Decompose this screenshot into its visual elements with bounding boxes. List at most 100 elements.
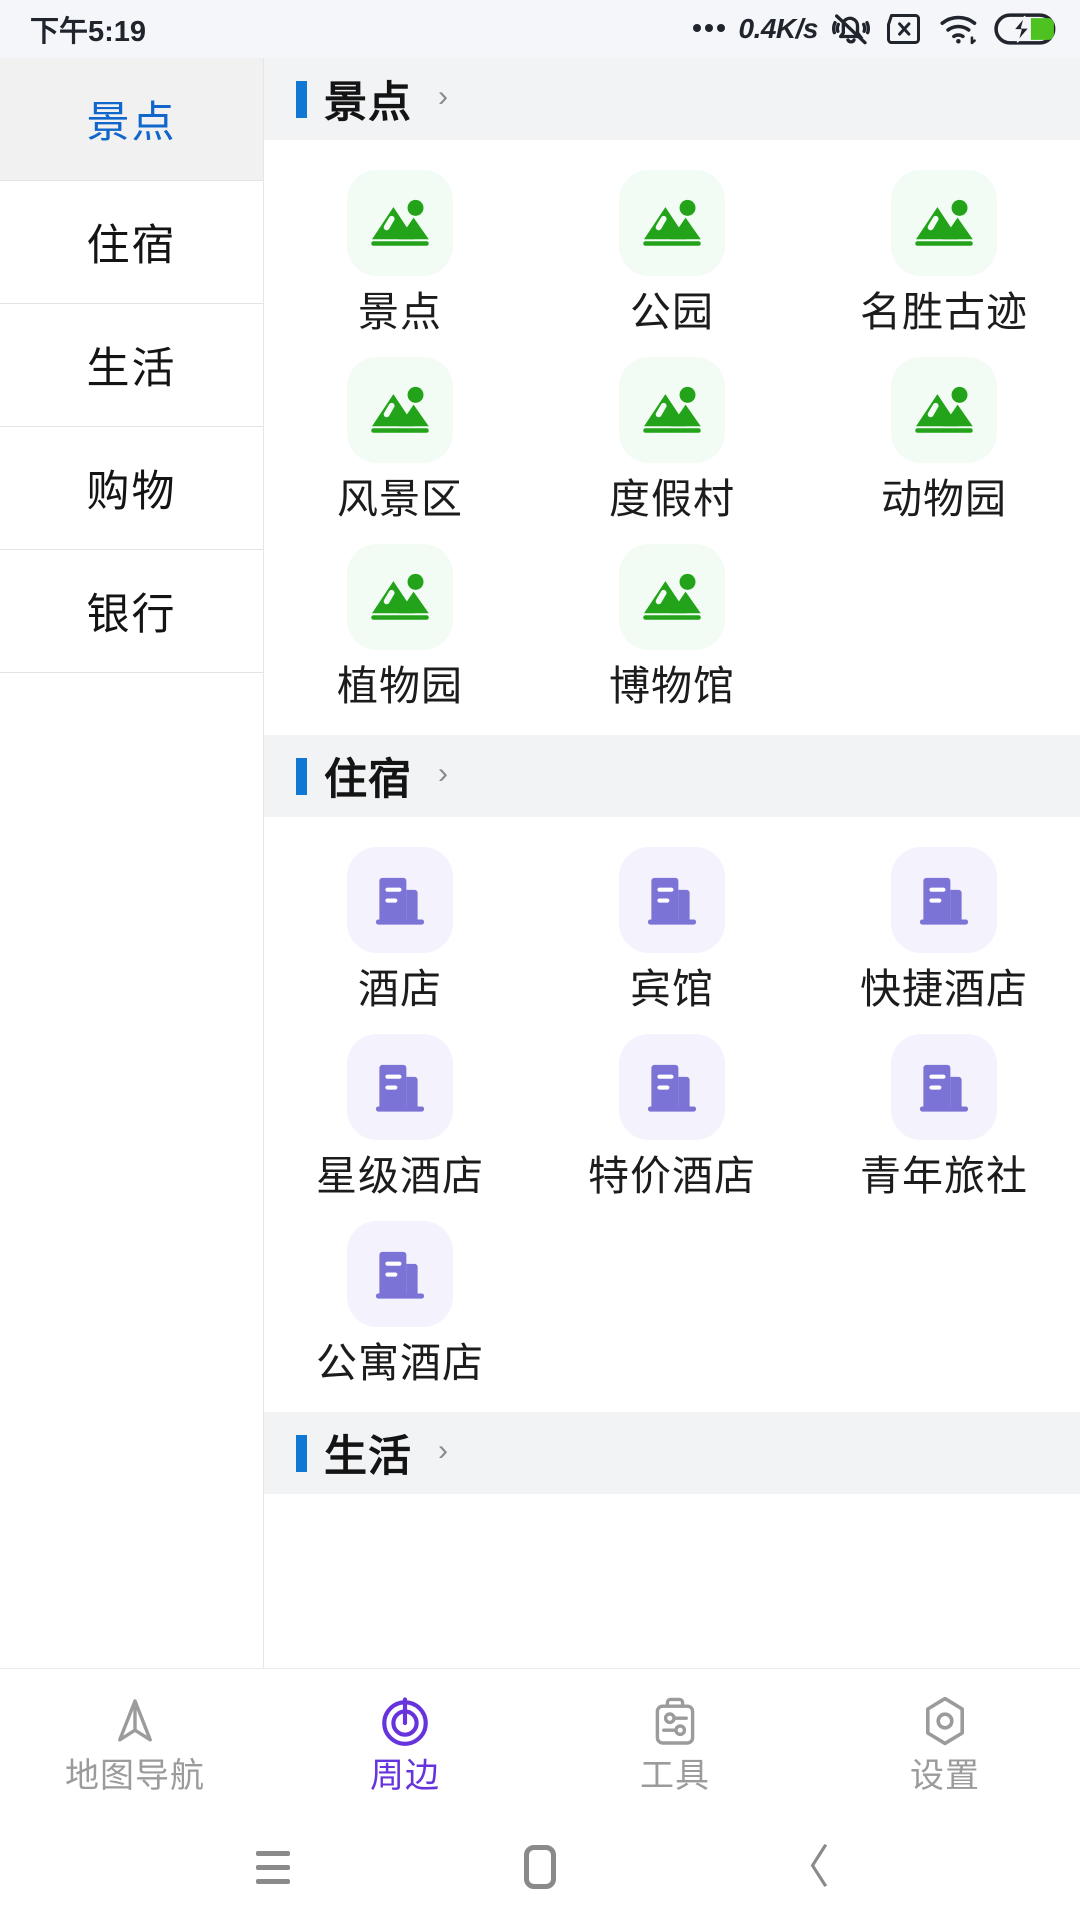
grid-item[interactable]: 风景区 <box>264 347 536 534</box>
mountain-icon <box>619 357 725 463</box>
category-sidebar[interactable]: 景点 住宿 生活 购物 银行 <box>0 58 264 1668</box>
section-header-scenic[interactable]: 景点 › <box>264 58 1080 140</box>
chevron-right-icon[interactable]: › <box>438 82 448 112</box>
hotel-building-icon <box>891 1034 997 1140</box>
app-screen: 下午5:19 0.4K/s <box>0 0 1080 1920</box>
battery-charging-icon <box>994 12 1056 46</box>
grid-item[interactable]: 名胜古迹 <box>808 160 1080 347</box>
tab-settings[interactable]: 设置 <box>810 1669 1080 1814</box>
section-header-life[interactable]: 生活 › <box>264 1412 1080 1494</box>
mountain-icon <box>619 170 725 276</box>
bell-muted-icon <box>831 9 871 49</box>
grid-item[interactable]: 星级酒店 <box>264 1024 536 1211</box>
chevron-left-icon: 〈 <box>784 1844 830 1890</box>
tab-label: 工具 <box>640 1759 710 1793</box>
mountain-icon <box>891 170 997 276</box>
grid-item[interactable]: 快捷酒店 <box>808 837 1080 1024</box>
category-detail-list[interactable]: 景点 › 景点 <box>264 58 1080 1668</box>
sidebar-item-shopping[interactable]: 购物 <box>0 427 263 550</box>
hotel-building-icon <box>347 847 453 953</box>
grid-item-label: 快捷酒店 <box>860 969 1028 1010</box>
sidebar-item-life[interactable]: 生活 <box>0 304 263 427</box>
system-navigation-bar: 〈 <box>0 1814 1080 1920</box>
recent-apps-button[interactable] <box>218 1832 328 1902</box>
section-title: 住宿 <box>324 745 412 807</box>
sidebar-item-scenic[interactable]: 景点 <box>0 58 263 181</box>
grid-item-label: 青年旅社 <box>860 1156 1028 1197</box>
section-title: 生活 <box>324 1422 412 1484</box>
section-accent-bar <box>296 1435 307 1472</box>
mountain-icon <box>891 357 997 463</box>
sidebar-item-label: 景点 <box>87 88 177 150</box>
section-grid-scenic: 景点 公园 <box>264 140 1080 735</box>
toolbox-icon <box>648 1691 702 1751</box>
grid-item-label: 特价酒店 <box>588 1156 756 1197</box>
status-icons: 0.4K/s <box>693 9 1057 49</box>
sidebar-item-label: 住宿 <box>87 211 177 273</box>
wifi-icon <box>939 12 981 46</box>
home-square-icon <box>524 1845 556 1889</box>
hotel-building-icon <box>891 847 997 953</box>
grid-item-label: 植物园 <box>337 666 463 707</box>
grid-item-label: 风景区 <box>337 479 463 520</box>
grid-item[interactable]: 酒店 <box>264 837 536 1024</box>
grid-item-label: 星级酒店 <box>316 1156 484 1197</box>
tab-map-navigation[interactable]: 地图导航 <box>0 1669 270 1814</box>
hotel-building-icon <box>347 1034 453 1140</box>
sim-card-off-icon <box>884 12 926 46</box>
status-time: 下午5:19 <box>30 8 146 50</box>
section-accent-bar <box>296 81 307 118</box>
home-button[interactable] <box>485 1832 595 1902</box>
grid-item[interactable]: 植物园 <box>264 534 536 721</box>
mountain-icon <box>619 544 725 650</box>
sidebar-item-label: 生活 <box>87 334 177 396</box>
mountain-icon <box>347 357 453 463</box>
tab-tools[interactable]: 工具 <box>540 1669 810 1814</box>
radar-target-icon <box>376 1691 434 1751</box>
grid-item-label: 公园 <box>630 292 714 333</box>
grid-item-label: 博物馆 <box>609 666 735 707</box>
mountain-icon <box>347 170 453 276</box>
grid-item[interactable]: 宾馆 <box>536 837 808 1024</box>
tab-label: 设置 <box>910 1759 980 1793</box>
grid-item-label: 公寓酒店 <box>316 1343 484 1384</box>
grid-item[interactable]: 公寓酒店 <box>264 1211 536 1398</box>
grid-item-label: 度假村 <box>609 479 735 520</box>
sidebar-item-bank[interactable]: 银行 <box>0 550 263 673</box>
chevron-right-icon[interactable]: › <box>438 1436 448 1466</box>
hotel-building-icon <box>619 847 725 953</box>
section-accent-bar <box>296 758 307 795</box>
status-bar: 下午5:19 0.4K/s <box>0 0 1080 58</box>
grid-item[interactable]: 度假村 <box>536 347 808 534</box>
sidebar-item-label: 购物 <box>87 457 177 519</box>
settings-hexagon-icon <box>917 1691 973 1751</box>
bottom-tab-bar: 地图导航 周边 <box>0 1668 1080 1814</box>
grid-item-label: 名胜古迹 <box>860 292 1028 333</box>
menu-lines-icon <box>256 1851 290 1884</box>
tab-label: 周边 <box>370 1759 440 1793</box>
section-header-accommodation[interactable]: 住宿 › <box>264 735 1080 817</box>
back-button[interactable]: 〈 <box>752 1832 862 1902</box>
grid-item[interactable]: 景点 <box>264 160 536 347</box>
section-grid-accommodation: 酒店 宾馆 <box>264 817 1080 1412</box>
hotel-building-icon <box>619 1034 725 1140</box>
grid-item-label: 景点 <box>358 292 442 333</box>
grid-item[interactable]: 青年旅社 <box>808 1024 1080 1211</box>
network-speed-label: 0.4K/s <box>739 13 819 45</box>
grid-item-label: 宾馆 <box>630 969 714 1010</box>
tab-nearby[interactable]: 周边 <box>270 1669 540 1814</box>
grid-item-label: 酒店 <box>358 969 442 1010</box>
chevron-right-icon[interactable]: › <box>438 759 448 789</box>
grid-item[interactable]: 公园 <box>536 160 808 347</box>
grid-item[interactable]: 博物馆 <box>536 534 808 721</box>
section-title: 景点 <box>324 68 412 130</box>
tab-label: 地图导航 <box>65 1759 205 1793</box>
mountain-icon <box>347 544 453 650</box>
grid-item[interactable]: 特价酒店 <box>536 1024 808 1211</box>
grid-item-label: 动物园 <box>881 479 1007 520</box>
grid-item[interactable]: 动物园 <box>808 347 1080 534</box>
hotel-building-icon <box>347 1221 453 1327</box>
navigation-arrow-icon <box>107 1691 163 1751</box>
sidebar-item-label: 银行 <box>87 580 177 642</box>
sidebar-item-accommodation[interactable]: 住宿 <box>0 181 263 304</box>
